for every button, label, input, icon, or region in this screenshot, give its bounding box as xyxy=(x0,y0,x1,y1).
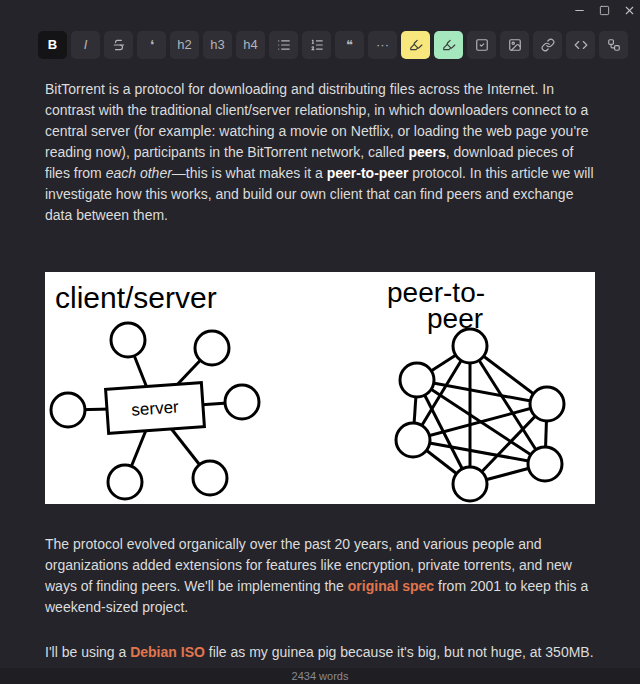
close-icon[interactable] xyxy=(623,4,636,17)
toolbar-button[interactable] xyxy=(104,31,133,59)
server-box xyxy=(106,383,205,434)
status-bar: 2434 words xyxy=(0,668,640,684)
toolbar-label: ❝ xyxy=(346,35,353,55)
document[interactable]: BitTorrent is a protocol for downloading… xyxy=(0,59,640,668)
italic-text: each other xyxy=(106,165,172,181)
toolbar-button[interactable]: B xyxy=(38,31,67,59)
bullets-icon xyxy=(277,38,291,52)
toolbar-button[interactable]: I xyxy=(71,31,100,59)
paragraph: BitTorrent is a protocol for downloading… xyxy=(45,79,595,226)
server-label: server xyxy=(131,397,180,419)
node-circle xyxy=(51,393,85,427)
word-count: 2434 words xyxy=(292,668,349,684)
toolbar-button[interactable] xyxy=(500,31,529,59)
toolbar-button[interactable] xyxy=(533,31,562,59)
toolbar-button[interactable] xyxy=(467,31,496,59)
diagram-figure: client/serverpeer-to-peerserver xyxy=(45,272,595,504)
paragraph: I'll be using a Debian ISO file as my gu… xyxy=(45,642,595,663)
toolbar-button[interactable] xyxy=(401,31,430,59)
network-diagram: client/serverpeer-to-peerserver xyxy=(45,272,595,504)
peer-circle xyxy=(528,447,562,481)
peer-circle xyxy=(396,423,430,457)
highlight-icon xyxy=(409,38,423,52)
toolbar: B I ❛ h2 h3 h4 ❝ ··· xyxy=(0,31,640,59)
toolbar-button[interactable]: h3 xyxy=(203,31,232,59)
toolbar-button[interactable]: ❛ xyxy=(137,31,166,59)
node-circle xyxy=(193,461,227,495)
peer-circle xyxy=(400,363,434,397)
toolbar-button[interactable] xyxy=(269,31,298,59)
diagram-icon xyxy=(607,38,621,52)
text: file as my guinea pig because it's big, … xyxy=(205,644,594,660)
toolbar-button[interactable]: h4 xyxy=(236,31,265,59)
toolbar-button[interactable]: h2 xyxy=(170,31,199,59)
paragraph: The protocol evolved organically over th… xyxy=(45,534,595,618)
diagram-label: client/server xyxy=(55,281,217,314)
checkbox-icon xyxy=(475,38,489,52)
toolbar-label: B xyxy=(48,35,57,55)
bold-text: peer-to-peer xyxy=(327,165,409,181)
node-circle xyxy=(225,385,259,419)
link-icon xyxy=(541,38,555,52)
title-bar xyxy=(0,0,640,16)
toolbar-button[interactable] xyxy=(434,31,463,59)
bold-text: peers xyxy=(408,144,445,160)
toolbar-label: h4 xyxy=(243,35,257,55)
text: —this is what makes it a xyxy=(172,165,327,181)
link[interactable]: original spec xyxy=(348,578,434,594)
peer-circle xyxy=(453,467,487,501)
strikethrough-icon xyxy=(112,38,126,52)
toolbar-button[interactable] xyxy=(599,31,628,59)
peer-circle xyxy=(453,329,487,363)
toolbar-label: ··· xyxy=(376,35,389,55)
maximize-icon[interactable] xyxy=(599,5,610,16)
node-circle xyxy=(111,323,145,357)
peer-circle xyxy=(530,387,564,421)
editor-window: B I ❛ h2 h3 h4 ❝ ··· BitTorrent is a protocol fo… xyxy=(0,0,640,684)
numbers-icon xyxy=(310,38,324,52)
toolbar-label: ❛ xyxy=(150,35,154,55)
toolbar-label: h2 xyxy=(177,35,191,55)
toolbar-button[interactable]: ··· xyxy=(368,31,397,59)
node-circle xyxy=(108,465,142,499)
toolbar-button[interactable] xyxy=(566,31,595,59)
highlight-icon xyxy=(442,38,456,52)
toolbar-button[interactable] xyxy=(302,31,331,59)
code-icon xyxy=(574,38,588,52)
toolbar-button[interactable]: ❝ xyxy=(335,31,364,59)
toolbar-label: I xyxy=(84,35,88,55)
node-circle xyxy=(195,331,229,365)
link[interactable]: Debian ISO xyxy=(130,644,205,660)
text: I'll be using a xyxy=(45,644,130,660)
image-icon xyxy=(508,38,522,52)
minimize-icon[interactable] xyxy=(573,4,586,17)
toolbar-label: h3 xyxy=(210,35,224,55)
